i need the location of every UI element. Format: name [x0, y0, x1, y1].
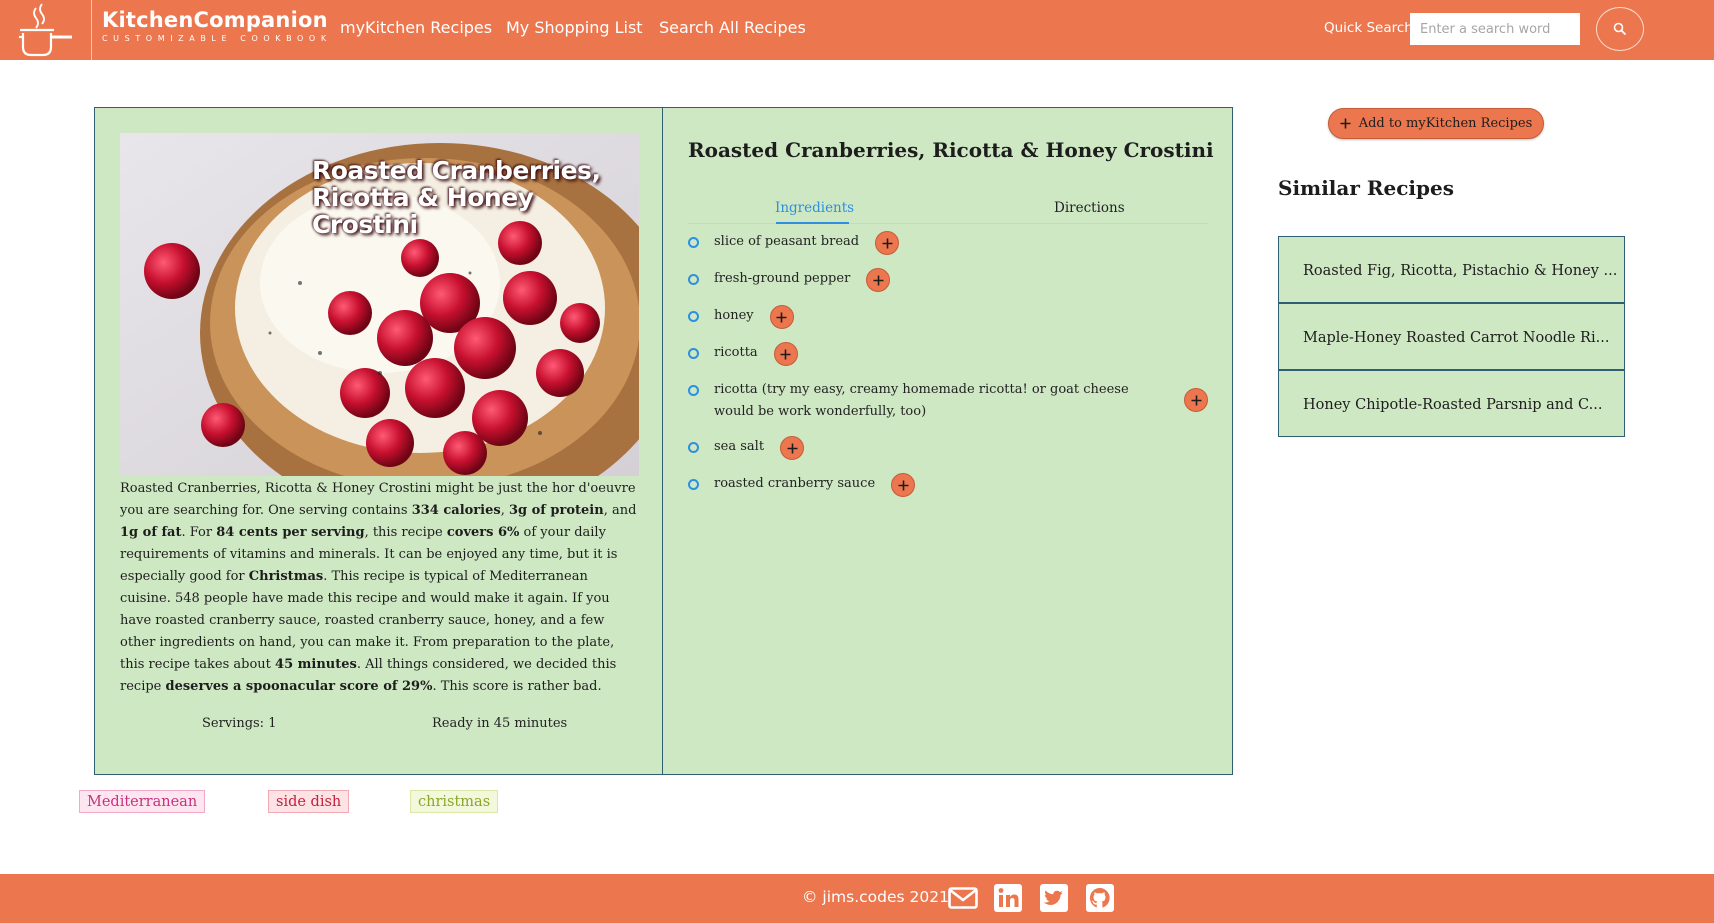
bullet-icon [688, 274, 699, 285]
summary-highlight: 334 calories [411, 503, 501, 518]
summary-text: , [500, 503, 509, 518]
plus-icon [780, 349, 791, 359]
twitter-icon[interactable] [1039, 883, 1069, 913]
add-to-shopping-list-button[interactable] [866, 268, 891, 292]
plus-icon [1191, 395, 1201, 405]
recipe-tabs: Ingredients Directions [688, 188, 1208, 224]
add-to-shopping-list-button[interactable] [1184, 388, 1208, 412]
ready-time: Ready in 45 minutes [432, 716, 568, 731]
ingredient-name: slice of peasant bread [714, 234, 860, 249]
ingredient-item: slice of peasant bread [688, 231, 1208, 268]
bullet-icon [688, 479, 699, 490]
logo[interactable] [0, 0, 92, 60]
card-divider [662, 108, 663, 774]
ingredient-name: ricotta (try my easy, creamy homemade ri… [714, 382, 1129, 419]
add-to-mykitchen-button[interactable]: Add to myKitchen Recipes [1328, 108, 1544, 139]
ingredient-item: sea salt [688, 436, 1208, 473]
similar-recipe-item[interactable]: Maple-Honey Roasted Carrot Noodle Ri... [1278, 303, 1625, 370]
servings: Servings: 1 [202, 716, 277, 731]
image-caption: Roasted Cranberries, Ricotta & Honey Cro… [312, 156, 601, 239]
similar-recipes-title: Similar Recipes [1278, 176, 1454, 200]
summary-text: , this recipe [364, 525, 447, 540]
recipe-summary: Roasted Cranberries, Ricotta & Honey Cro… [120, 478, 640, 698]
search-icon [1613, 22, 1627, 36]
ingredient-item: fresh-ground pepper [688, 268, 1208, 305]
ingredient-name: ricotta [714, 345, 758, 360]
ingredient-item: ricotta [688, 342, 1208, 379]
copyright: © jims.codes 2021 [802, 888, 949, 906]
summary-highlight: 45 minutes [275, 657, 357, 672]
plus-icon [1340, 118, 1351, 129]
quick-search-input[interactable] [1410, 13, 1580, 45]
ingredient-name: fresh-ground pepper [714, 271, 851, 286]
bullet-icon [688, 348, 699, 359]
summary-highlight: Christmas [248, 569, 324, 584]
ingredient-item: ricotta (try my easy, creamy homemade ri… [688, 379, 1208, 436]
brand-tagline: CUSTOMIZABLE COOKBOOK [102, 34, 332, 43]
nav-shopping-list[interactable]: My Shopping List [506, 18, 643, 37]
ingredient-item: honey [688, 305, 1208, 342]
summary-text: . For [181, 525, 217, 540]
brand[interactable]: KitchenCompanion CUSTOMIZABLE COOKBOOK [102, 8, 332, 43]
bullet-icon [688, 385, 699, 396]
summary-text: . This score is rather bad. [432, 679, 602, 694]
recipe-title: Roasted Cranberries, Ricotta & Honey Cro… [688, 138, 1214, 162]
summary-highlight: 3g of protein [508, 503, 604, 518]
plus-icon [776, 312, 787, 322]
add-to-shopping-list-button[interactable] [875, 231, 900, 255]
add-to-shopping-list-button[interactable] [891, 473, 916, 497]
recipe-card: Roasted Cranberries, Ricotta & Honey Cro… [94, 107, 1233, 775]
tab-ingredients[interactable]: Ingredients [775, 200, 854, 216]
quick-search-label: Quick Search [1324, 20, 1413, 36]
plus-icon [873, 275, 884, 285]
linkedin-icon[interactable] [993, 883, 1023, 913]
add-button-label: Add to myKitchen Recipes [1358, 116, 1533, 131]
tag-christmas[interactable]: christmas [410, 790, 499, 813]
plus-icon [882, 238, 893, 248]
recipe-image: Roasted Cranberries, Ricotta & Honey Cro… [120, 133, 639, 476]
summary-highlight: 84 cents per serving [216, 525, 365, 540]
nav-search-all-recipes[interactable]: Search All Recipes [659, 18, 806, 37]
add-to-shopping-list-button[interactable] [780, 436, 805, 460]
plus-icon [787, 443, 798, 453]
similar-recipe-item[interactable]: Honey Chipotle-Roasted Parsnip and C... [1278, 370, 1625, 437]
bullet-icon [688, 442, 699, 453]
ingredient-name: sea salt [714, 439, 765, 454]
search-button[interactable] [1596, 7, 1644, 51]
footer: © jims.codes 2021 [0, 874, 1714, 923]
summary-highlight: deserves a spoonacular score of 29% [165, 679, 433, 694]
add-to-shopping-list-button[interactable] [769, 305, 794, 329]
active-tab-indicator [776, 222, 849, 224]
ingredient-name: roasted cranberry sauce [714, 476, 876, 491]
nav-mykitchen-recipes[interactable]: myKitchen Recipes [340, 18, 492, 37]
add-to-shopping-list-button[interactable] [773, 342, 798, 366]
plus-icon [898, 480, 909, 490]
summary-highlight: covers 6% [446, 525, 520, 540]
top-navbar: KitchenCompanion CUSTOMIZABLE COOKBOOK m… [0, 0, 1714, 60]
ingredient-item: roasted cranberry sauce [688, 473, 1208, 510]
similar-recipe-item[interactable]: Roasted Fig, Ricotta, Pistachio & Honey … [1278, 236, 1625, 303]
tag-side-dish[interactable]: side dish [268, 790, 350, 813]
bullet-icon [688, 311, 699, 322]
brand-name: KitchenCompanion [102, 8, 328, 32]
mail-icon[interactable] [948, 887, 978, 909]
summary-text: , and [603, 503, 637, 518]
ingredient-name: honey [714, 308, 754, 323]
github-icon[interactable] [1085, 883, 1115, 913]
summary-highlight: 1g of fat [120, 525, 182, 540]
bullet-icon [688, 237, 699, 248]
cooking-pot-icon [19, 3, 72, 57]
tag-mediterranean[interactable]: Mediterranean [79, 790, 206, 813]
ingredient-list: slice of peasant bread fresh-ground peppe… [688, 231, 1208, 510]
tab-directions[interactable]: Directions [1054, 200, 1125, 216]
